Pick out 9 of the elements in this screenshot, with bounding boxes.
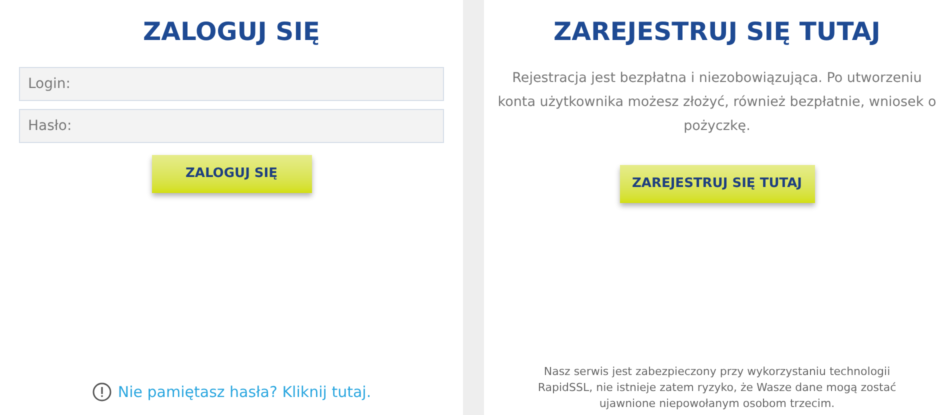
login-title: ZALOGUJ SIĘ — [143, 16, 320, 48]
input-field[interactable]: Login: — [19, 67, 444, 101]
alert-icon — [92, 382, 112, 402]
register-title: ZAREJESTRUJ SIĘ TUTAJ — [553, 16, 880, 48]
register-description: Rejestracja jest bezpłatna i niezobowiązująca. Po utworzeniu konta użytkownika możesz złożyć, również bezpłatnie, wniosek o pożyczkę. — [497, 69, 937, 136]
input-field[interactable]: Hasło: — [19, 109, 444, 143]
security-note: Nasz serwis jest zabezpieczony przy wykorzystaniu technologii RapidSSL, nie istnieje zatem ryzyko, że Wasze dane mogą zostać ujawnione niepowołanym osobom trzecim. — [536, 364, 898, 412]
login-button[interactable]: ZALOGUJ SIĘ — [152, 155, 312, 193]
register-button[interactable]: ZAREJESTRUJ SIĘ TUTAJ — [620, 165, 814, 203]
